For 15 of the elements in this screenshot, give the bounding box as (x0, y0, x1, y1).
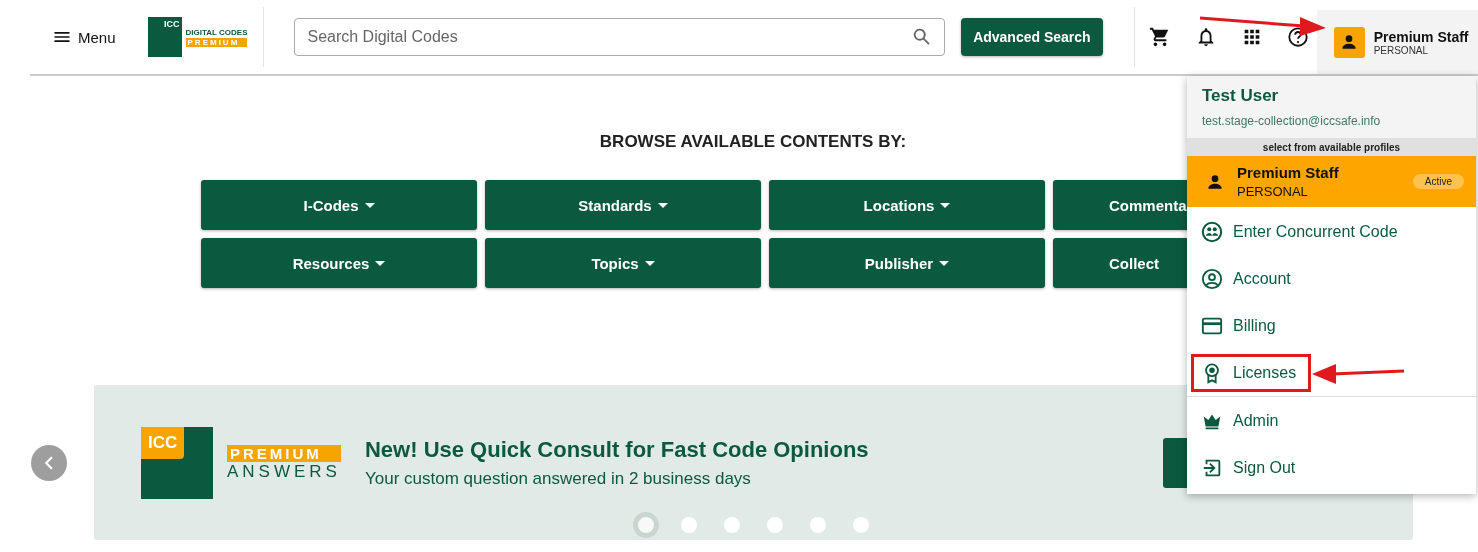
user-name: Test User (1202, 86, 1279, 106)
profiles-label: select from available profiles (1262, 141, 1401, 153)
banner-subtitle: Your custom question answered in 2 business days (364, 469, 752, 489)
logo-text: ANSWERS (227, 461, 341, 482)
browse-title: BROWSE AVAILABLE CONTENTS BY: (598, 132, 907, 152)
logo-text: PREMIUM (227, 444, 341, 462)
profile-name: Premium Staff (1237, 164, 1340, 181)
banner-title: New! Use Quick Consult for Fast Code Opinions (364, 437, 869, 463)
status-badge: Active (1412, 174, 1464, 189)
user-email: test.stage-collection@iccsafe.info (1202, 114, 1381, 128)
profile-type: PERSONAL (1237, 184, 1309, 199)
logo-text: ICC (163, 18, 181, 31)
logo-text: PREMIUM (185, 37, 248, 47)
logo-text: ICC (141, 427, 185, 459)
logo-text: DIGITAL CODES (185, 27, 248, 37)
